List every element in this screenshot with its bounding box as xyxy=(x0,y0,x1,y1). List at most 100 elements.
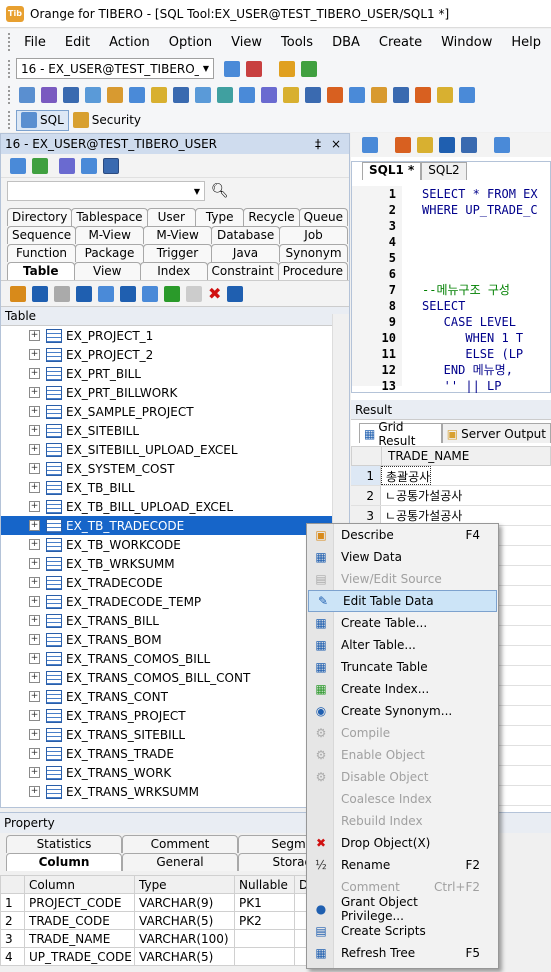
table-tree-item[interactable]: + EX_PROJECT_1 xyxy=(1,326,349,345)
tab-constraint[interactable]: Constraint xyxy=(206,262,279,280)
edit-data-icon[interactable] xyxy=(120,285,136,302)
menu-item-describe[interactable]: ▣ Describe F4 xyxy=(307,524,498,546)
result-row[interactable]: 1 총괄공사 xyxy=(351,466,551,486)
gear-icon[interactable] xyxy=(327,87,343,103)
empty-icon[interactable] xyxy=(186,285,202,302)
expand-icon[interactable]: + xyxy=(29,463,40,474)
edit-icon[interactable] xyxy=(85,87,101,103)
describe-icon[interactable] xyxy=(10,285,26,302)
expand-icon[interactable]: + xyxy=(29,482,40,493)
table-tree-item[interactable]: + EX_TB_WRKSUMM xyxy=(1,554,349,573)
create-index-icon[interactable] xyxy=(164,285,180,302)
close-icon[interactable]: × xyxy=(331,137,341,151)
tab-java[interactable]: Java xyxy=(211,244,280,262)
search-icon[interactable]: 🔍︎ xyxy=(211,183,229,199)
menu-item-scripts[interactable]: ▤ Create Scripts xyxy=(307,920,498,942)
tab-tablespace[interactable]: Tablespace xyxy=(71,208,148,226)
menu-item-rename[interactable]: ½ Rename F2 xyxy=(307,854,498,876)
tab-view[interactable]: View xyxy=(73,262,141,280)
header-nullable[interactable]: Nullable xyxy=(234,875,295,894)
tab-index[interactable]: Index xyxy=(140,262,208,280)
connect-icon[interactable] xyxy=(224,60,240,77)
expand-icon[interactable]: + xyxy=(29,444,40,455)
alter-table-icon[interactable] xyxy=(98,285,114,302)
drop-icon[interactable]: ✖ xyxy=(208,284,221,303)
menu-dba[interactable]: DBA xyxy=(323,35,370,50)
save-icon[interactable] xyxy=(439,137,455,153)
table-tree-item[interactable]: + EX_TRANS_TRADE xyxy=(1,744,349,763)
search-input[interactable]: ▼ xyxy=(7,181,205,201)
refresh-icon[interactable] xyxy=(81,157,97,174)
tab-comment[interactable]: Comment xyxy=(122,835,238,853)
tools-icon[interactable] xyxy=(107,87,123,103)
sql-mode-button[interactable]: SQL xyxy=(16,109,69,131)
table-tree-item[interactable]: + EX_TRADECODE_TEMP xyxy=(1,592,349,611)
tab-trigger[interactable]: Trigger xyxy=(143,244,212,262)
expand-icon[interactable]: + xyxy=(29,653,40,664)
expand-icon[interactable]: + xyxy=(29,672,40,683)
expand-icon[interactable]: + xyxy=(29,596,40,607)
menu-edit[interactable]: Edit xyxy=(56,35,100,50)
truncate-icon[interactable] xyxy=(142,285,158,302)
table-tree-item[interactable]: + EX_TB_WORKCODE xyxy=(1,535,349,554)
result-row[interactable]: 2 ㄴ공통가설공사 xyxy=(351,486,551,506)
tab-sql1[interactable]: SQL1 * xyxy=(362,162,422,180)
list-view-icon[interactable] xyxy=(103,157,119,174)
schema-icon[interactable] xyxy=(32,157,48,174)
table-tree-item[interactable]: + EX_TRANS_SITEBILL xyxy=(1,725,349,744)
expand-icon[interactable]: + xyxy=(29,767,40,778)
rollback-icon[interactable] xyxy=(301,60,317,77)
menu-item-edit-data[interactable]: ✎ Edit Table Data xyxy=(308,590,497,612)
sql-editor[interactable]: SQL1 * SQL2 1 2 3 4 5 6 7 8 9 10 11 12 13 SELECT * F… xyxy=(351,161,551,393)
pin-icon[interactable]: ‡ xyxy=(315,137,321,151)
tab-grid-result[interactable]: ▦ Grid Result xyxy=(359,420,442,448)
table-tree-item[interactable]: + EX_TRANS_COMOS_BILL_CONT xyxy=(1,668,349,687)
header-trade-name[interactable]: TRADE_NAME xyxy=(382,447,469,465)
tab-synonym[interactable]: Synonym xyxy=(279,244,348,262)
expand-icon[interactable]: + xyxy=(29,387,40,398)
tab-job[interactable]: Job xyxy=(279,226,349,244)
menu-item-refresh[interactable]: ▦ Refresh Tree F5 xyxy=(307,942,498,964)
tab-server-output[interactable]: ▣ Server Output xyxy=(441,423,551,443)
menu-help[interactable]: Help xyxy=(502,35,551,50)
menu-item-alter-table[interactable]: ▦ Alter Table... xyxy=(307,634,498,656)
expand-icon[interactable]: + xyxy=(29,615,40,626)
expand-icon[interactable]: + xyxy=(29,710,40,721)
tree-icon[interactable] xyxy=(195,87,211,103)
sql-tool-icon[interactable] xyxy=(41,87,57,103)
menu-create[interactable]: Create xyxy=(370,35,432,50)
expand-icon[interactable]: + xyxy=(29,577,40,588)
menu-file[interactable]: File xyxy=(15,35,56,50)
table-tree-item[interactable]: + EX_TRANS_COMOS_BILL xyxy=(1,649,349,668)
table-tree-item[interactable]: + EX_TRANS_BILL xyxy=(1,611,349,630)
tab-recycle-bin[interactable]: Recycle Bin xyxy=(243,208,300,240)
table-tree-item[interactable]: + EX_TRANS_WRKSUMM xyxy=(1,782,349,801)
table-tree-item[interactable]: + EX_TB_BILL xyxy=(1,478,349,497)
menu-item-create-table[interactable]: ▦ Create Table... xyxy=(307,612,498,634)
expand-icon[interactable]: + xyxy=(29,330,40,341)
tab-sequence[interactable]: Sequence xyxy=(7,226,77,244)
menu-option[interactable]: Option xyxy=(160,35,222,50)
tab-database-link[interactable]: Database Link xyxy=(211,226,281,258)
edit-icon[interactable] xyxy=(494,137,510,153)
monitor-icon[interactable] xyxy=(437,87,453,103)
table-tree-item[interactable]: + EX_SYSTEM_COST xyxy=(1,459,349,478)
plan-icon[interactable] xyxy=(63,87,79,103)
header-type[interactable]: Type xyxy=(134,875,235,894)
table-row[interactable]: 4 UP_TRADE_CODE VARCHAR(5) xyxy=(0,947,320,966)
table-tree-item[interactable]: + EX_SITEBILL xyxy=(1,421,349,440)
menu-action[interactable]: Action xyxy=(100,35,160,50)
table-tree-item[interactable]: + EX_PRT_BILLWORK xyxy=(1,383,349,402)
search-db-icon[interactable] xyxy=(173,87,189,103)
table-tree-item[interactable]: + EX_TRANS_CONT xyxy=(1,687,349,706)
expand-icon[interactable]: + xyxy=(29,729,40,740)
menu-window[interactable]: Window xyxy=(432,35,502,50)
table-tree-item[interactable]: + EX_TRANS_PROJECT xyxy=(1,706,349,725)
tab-user[interactable]: User xyxy=(146,208,196,226)
tab-package[interactable]: Package xyxy=(75,244,144,262)
expand-icon[interactable]: + xyxy=(29,634,40,645)
expand-icon[interactable]: + xyxy=(29,349,40,360)
table-tree-item[interactable]: + EX_SAMPLE_PROJECT xyxy=(1,402,349,421)
expand-icon[interactable]: + xyxy=(29,368,40,379)
expand-icon[interactable]: + xyxy=(29,520,40,531)
